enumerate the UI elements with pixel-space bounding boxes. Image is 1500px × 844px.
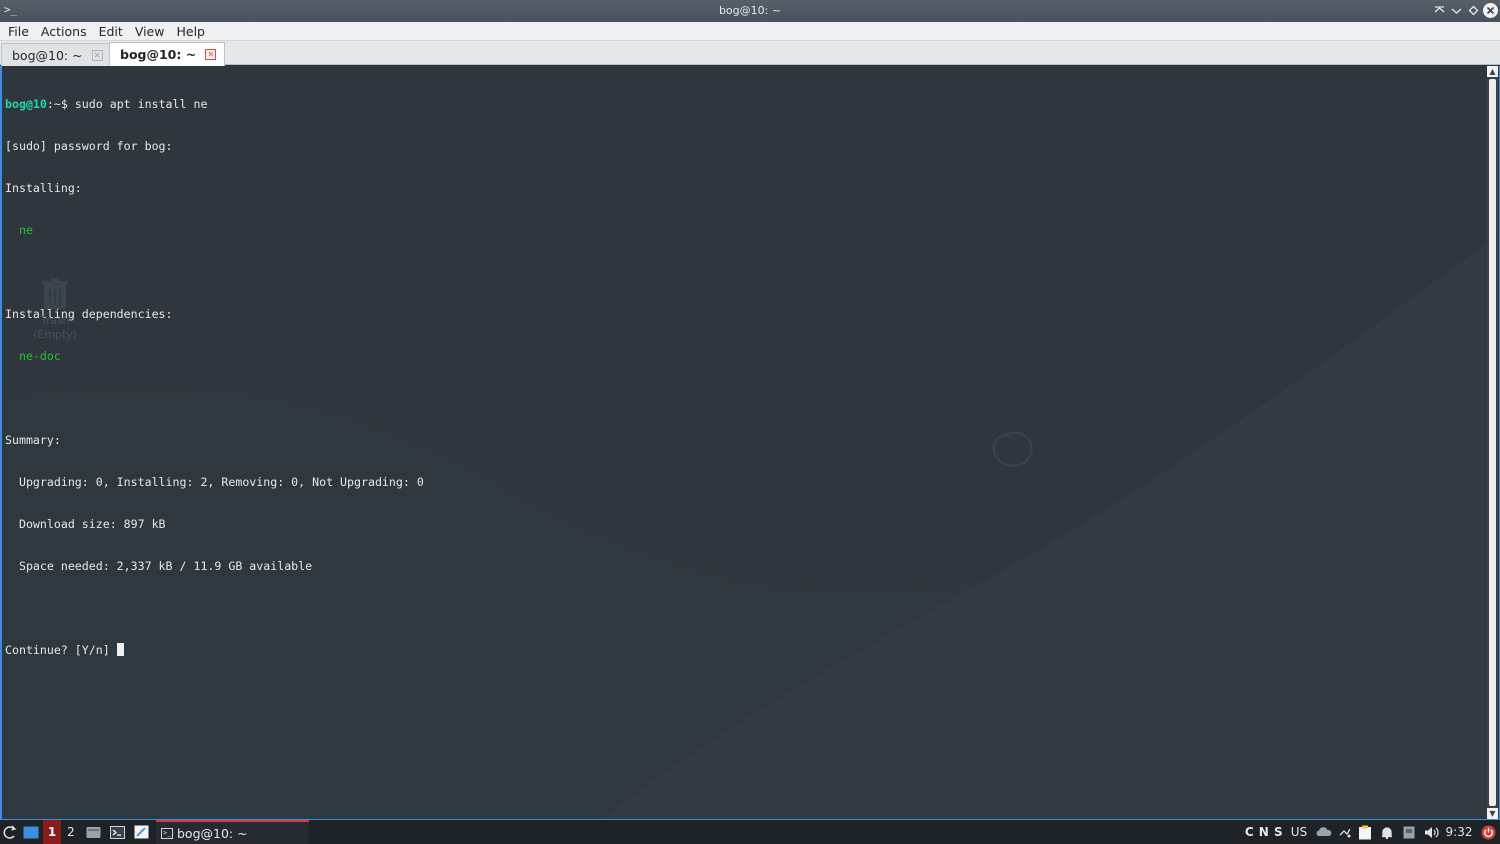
prompt-user: bog@10 [5,97,47,111]
output-line: Upgrading: 0, Installing: 2, Removing: 0… [5,475,424,489]
tab-label: bog@10: ~ [120,47,197,62]
terminal-view[interactable]: bog@10:~$ sudo apt install ne [sudo] pas… [0,66,1500,819]
tab-close-icon[interactable]: ✕ [205,49,217,60]
bluetooth-tray-button[interactable] [1336,820,1354,844]
network-icon [1339,828,1351,838]
output-line: Download size: 897 kB [5,517,166,531]
battery-tray-button[interactable] [1400,820,1418,844]
tab-2[interactable]: bog@10: ~ ✕ [109,42,226,66]
scroll-up-icon[interactable]: ▲ [1487,66,1498,77]
volume-tray-button[interactable] [1422,820,1440,844]
scroll-down-icon[interactable]: ▼ [1487,808,1498,819]
text-editor-launcher[interactable] [131,820,151,844]
command-line: bog@10:~$ sudo apt install ne [5,97,424,111]
power-button[interactable] [1478,820,1498,844]
menubar: File Actions Edit View Help [0,22,1500,41]
menu-file[interactable]: File [2,24,35,39]
keyboard-indicators[interactable]: C N S [1243,820,1285,844]
network-tray-button[interactable] [1313,820,1333,844]
diamond-icon [1468,5,1479,16]
cloud-icon [1316,827,1331,836]
close-window-button[interactable] [1483,3,1498,18]
scroll-handle[interactable] [1489,79,1496,806]
continue-line: Continue? [Y/n] [5,643,424,657]
terminal-output: bog@10:~$ sudo apt install ne [sudo] pas… [5,69,424,685]
keep-above-icon [1434,6,1445,13]
menu-help[interactable]: Help [170,24,211,39]
launcher-icon [3,825,16,839]
battery-icon [1403,826,1415,839]
window-title: bog@10: ~ [718,4,782,17]
desktop-trash: Trash (Empty) [30,278,80,342]
tab-label: bog@10: ~ [12,47,83,63]
clock[interactable]: 9:32 [1443,820,1475,844]
close-icon [1486,6,1495,15]
menu-edit[interactable]: Edit [93,24,129,39]
terminal-small-icon: >_ [161,827,173,839]
notifications-tray-button[interactable] [1378,820,1396,844]
vertical-scrollbar[interactable]: ▲ ▼ [1487,66,1498,819]
package-name: ne [5,223,33,237]
editor-icon [134,825,148,839]
minimize-button[interactable] [1449,3,1464,18]
taskbar-window-label: bog@10: ~ [177,825,248,841]
continue-prompt: Continue? [Y/n] [5,643,117,657]
output-line: [sudo] password for bog: [5,139,173,153]
trash-sub-label: (Empty) [32,328,78,341]
prompt-path: :~$ [46,97,75,111]
keyboard-layout[interactable]: US [1288,820,1310,844]
power-icon [1481,825,1495,839]
desktop-icon [23,826,39,838]
package-name: ne-doc [5,349,61,363]
keep-above-button[interactable] [1432,3,1447,18]
file-manager-launcher[interactable] [83,820,103,844]
app-launcher-button[interactable] [0,820,18,844]
taskbar-window-button[interactable]: >_ bog@10: ~ [156,820,309,844]
trash-icon [42,278,68,309]
workspace-2[interactable]: 2 [63,820,79,844]
menu-actions[interactable]: Actions [35,24,93,39]
clipboard-icon [1359,825,1371,839]
terminal-launcher[interactable] [107,820,127,844]
tab-close-icon[interactable]: ✕ [91,49,103,61]
taskbar: 1 2 >_ bog@10: ~ C N S US 9:32 [0,819,1500,844]
text-cursor [116,643,124,656]
maximize-button[interactable] [1466,3,1481,18]
trash-label: Trash [40,314,70,327]
speaker-icon [1424,826,1439,838]
workspace-1[interactable]: 1 [43,820,61,844]
output-line: Summary: [5,433,61,447]
output-line: Space needed: 2,337 kB / 11.9 GB availab… [5,559,313,573]
window-titlebar[interactable]: >_ bog@10: ~ [0,0,1500,22]
tab-bar: bog@10: ~ ✕ bog@10: ~ ✕ [0,41,1500,66]
chevron-down-icon [1451,8,1462,14]
folder-icon [86,826,100,838]
show-desktop-button[interactable] [21,820,41,844]
output-line: Installing: [5,181,82,195]
command-text: sudo apt install ne [74,97,208,111]
tab-1[interactable]: bog@10: ~ ✕ [1,43,112,66]
terminal-icon [109,825,125,839]
menu-view[interactable]: View [129,24,171,39]
bell-icon [1382,826,1392,839]
clipboard-tray-button[interactable] [1356,820,1374,844]
